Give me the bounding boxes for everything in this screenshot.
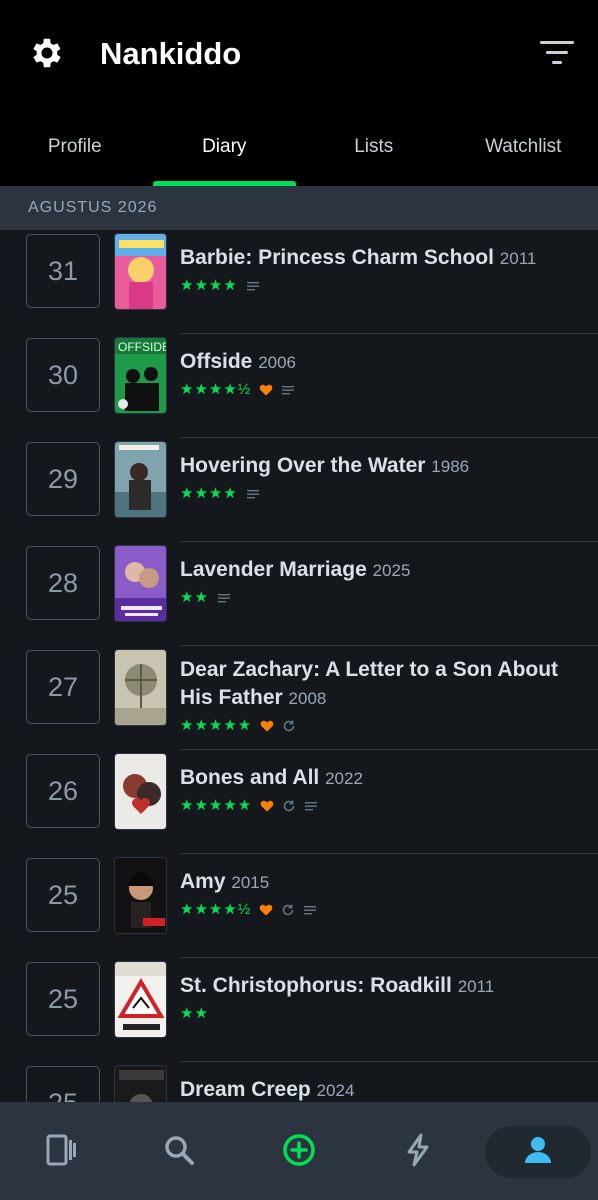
heart-icon [260,800,274,812]
film-year: 2022 [325,769,363,788]
diary-entry[interactable]: 30 OFFSIDE Offside 2006 ★★★★½ [0,334,598,438]
review-lines-icon [282,386,295,395]
nav-activity[interactable] [394,1126,442,1174]
diary-list[interactable]: 31 Barbie: Princess Charm School 2011 ★★… [0,230,598,1102]
diary-entry[interactable]: 25 St. Christophorus: Roadkill 2011 ★★ [0,958,598,1062]
tab-diary[interactable]: Diary [150,120,300,186]
day-number: 28 [26,546,100,620]
film-poster[interactable] [114,857,167,934]
star-rating: ★★ [180,1005,209,1022]
film-title: Amy [180,870,226,893]
film-year: 2006 [258,353,297,372]
diary-entry[interactable]: 29 Hovering Over the Water 1986 ★★★★ [0,438,598,542]
day-number: 25 [26,858,100,932]
films-icon [46,1134,76,1166]
film-title: Hovering Over the Water [180,454,426,477]
heart-icon [259,384,273,396]
star-rating: ★★★★ [180,277,238,294]
film-year: 2011 [457,977,495,996]
day-number: 25 [26,962,100,1036]
day-number: 29 [26,442,100,516]
nav-search[interactable] [155,1126,203,1174]
film-title: Dream Creep [180,1078,311,1101]
heart-icon [259,904,273,916]
nav-add-entry[interactable] [275,1126,323,1174]
add-icon [283,1134,315,1166]
month-section-header: AGUSTUS 2026 [0,186,598,230]
film-title: St. Christophorus: Roadkill [180,974,452,997]
review-lines-icon [217,594,230,603]
diary-entry[interactable]: 26 Bones and All 2022 ★★★★★ [0,750,598,854]
username-title: Nankiddo [100,36,242,71]
search-icon [165,1136,194,1165]
film-poster[interactable] [114,961,167,1038]
film-poster[interactable] [114,545,167,622]
diary-entry[interactable]: 28 Lavender Marriage 2025 ★★ [0,542,598,646]
review-lines-icon [246,282,259,291]
film-poster[interactable] [114,753,167,830]
review-lines-icon [304,906,317,915]
star-rating: ★★★★½ [180,381,252,398]
film-poster[interactable] [114,649,167,726]
film-year: 1986 [431,457,470,476]
star-rating: ★★★★ [180,485,238,502]
review-lines-icon [305,802,318,811]
top-app-bar: Nankiddo Profile Diary Lists Watchlist [0,0,598,186]
film-title: Dear Zachary: A Letter to a Son About Hi… [180,658,559,709]
rewatch-icon [284,720,295,732]
profile-tabs: Profile Diary Lists Watchlist [0,120,598,186]
film-year: 2024 [316,1081,355,1100]
nav-films[interactable] [36,1126,84,1174]
film-poster[interactable] [114,1065,167,1102]
film-poster[interactable] [114,233,167,310]
film-title: Bones and All [180,766,320,789]
diary-entry[interactable]: 25 Dream Creep 2024 [0,1062,598,1102]
tab-profile[interactable]: Profile [0,120,150,186]
day-number: 26 [26,754,100,828]
film-year: 2025 [372,561,411,580]
film-year: 2011 [499,249,537,268]
day-number: 25 [26,1066,100,1102]
tab-lists[interactable]: Lists [299,120,449,186]
star-rating: ★★★★★ [180,797,253,814]
film-year: 2008 [288,689,327,708]
star-rating: ★★★★½ [180,901,252,918]
tab-watchlist[interactable]: Watchlist [449,120,598,186]
nav-profile[interactable] [514,1126,562,1174]
day-number: 27 [26,650,100,724]
filter-icon[interactable] [540,40,574,66]
review-lines-icon [246,490,259,499]
rewatch-icon [283,904,294,916]
day-number: 31 [26,234,100,308]
rewatch-icon [284,800,295,812]
profile-icon [525,1137,551,1163]
film-poster[interactable] [114,441,167,518]
film-poster[interactable]: OFFSIDE [114,337,167,414]
svg-text:OFFSIDE: OFFSIDE [118,340,167,354]
activity-icon [407,1133,429,1167]
star-rating: ★★★★★ [180,717,253,734]
bottom-navigation [0,1102,598,1200]
settings-gear-icon[interactable] [28,34,66,72]
diary-entry[interactable]: 31 Barbie: Princess Charm School 2011 ★★… [0,230,598,334]
film-title: Lavender Marriage [180,558,367,581]
film-title: Barbie: Princess Charm School [180,246,494,269]
film-title: Offside [180,350,253,373]
diary-entry[interactable]: 25 Amy 2015 ★★★★½ [0,854,598,958]
heart-icon [260,720,274,732]
diary-entry[interactable]: 27 Dear Zachary: A Letter to a Son About… [0,646,598,750]
day-number: 30 [26,338,100,412]
film-year: 2015 [231,873,270,892]
star-rating: ★★ [180,589,209,606]
